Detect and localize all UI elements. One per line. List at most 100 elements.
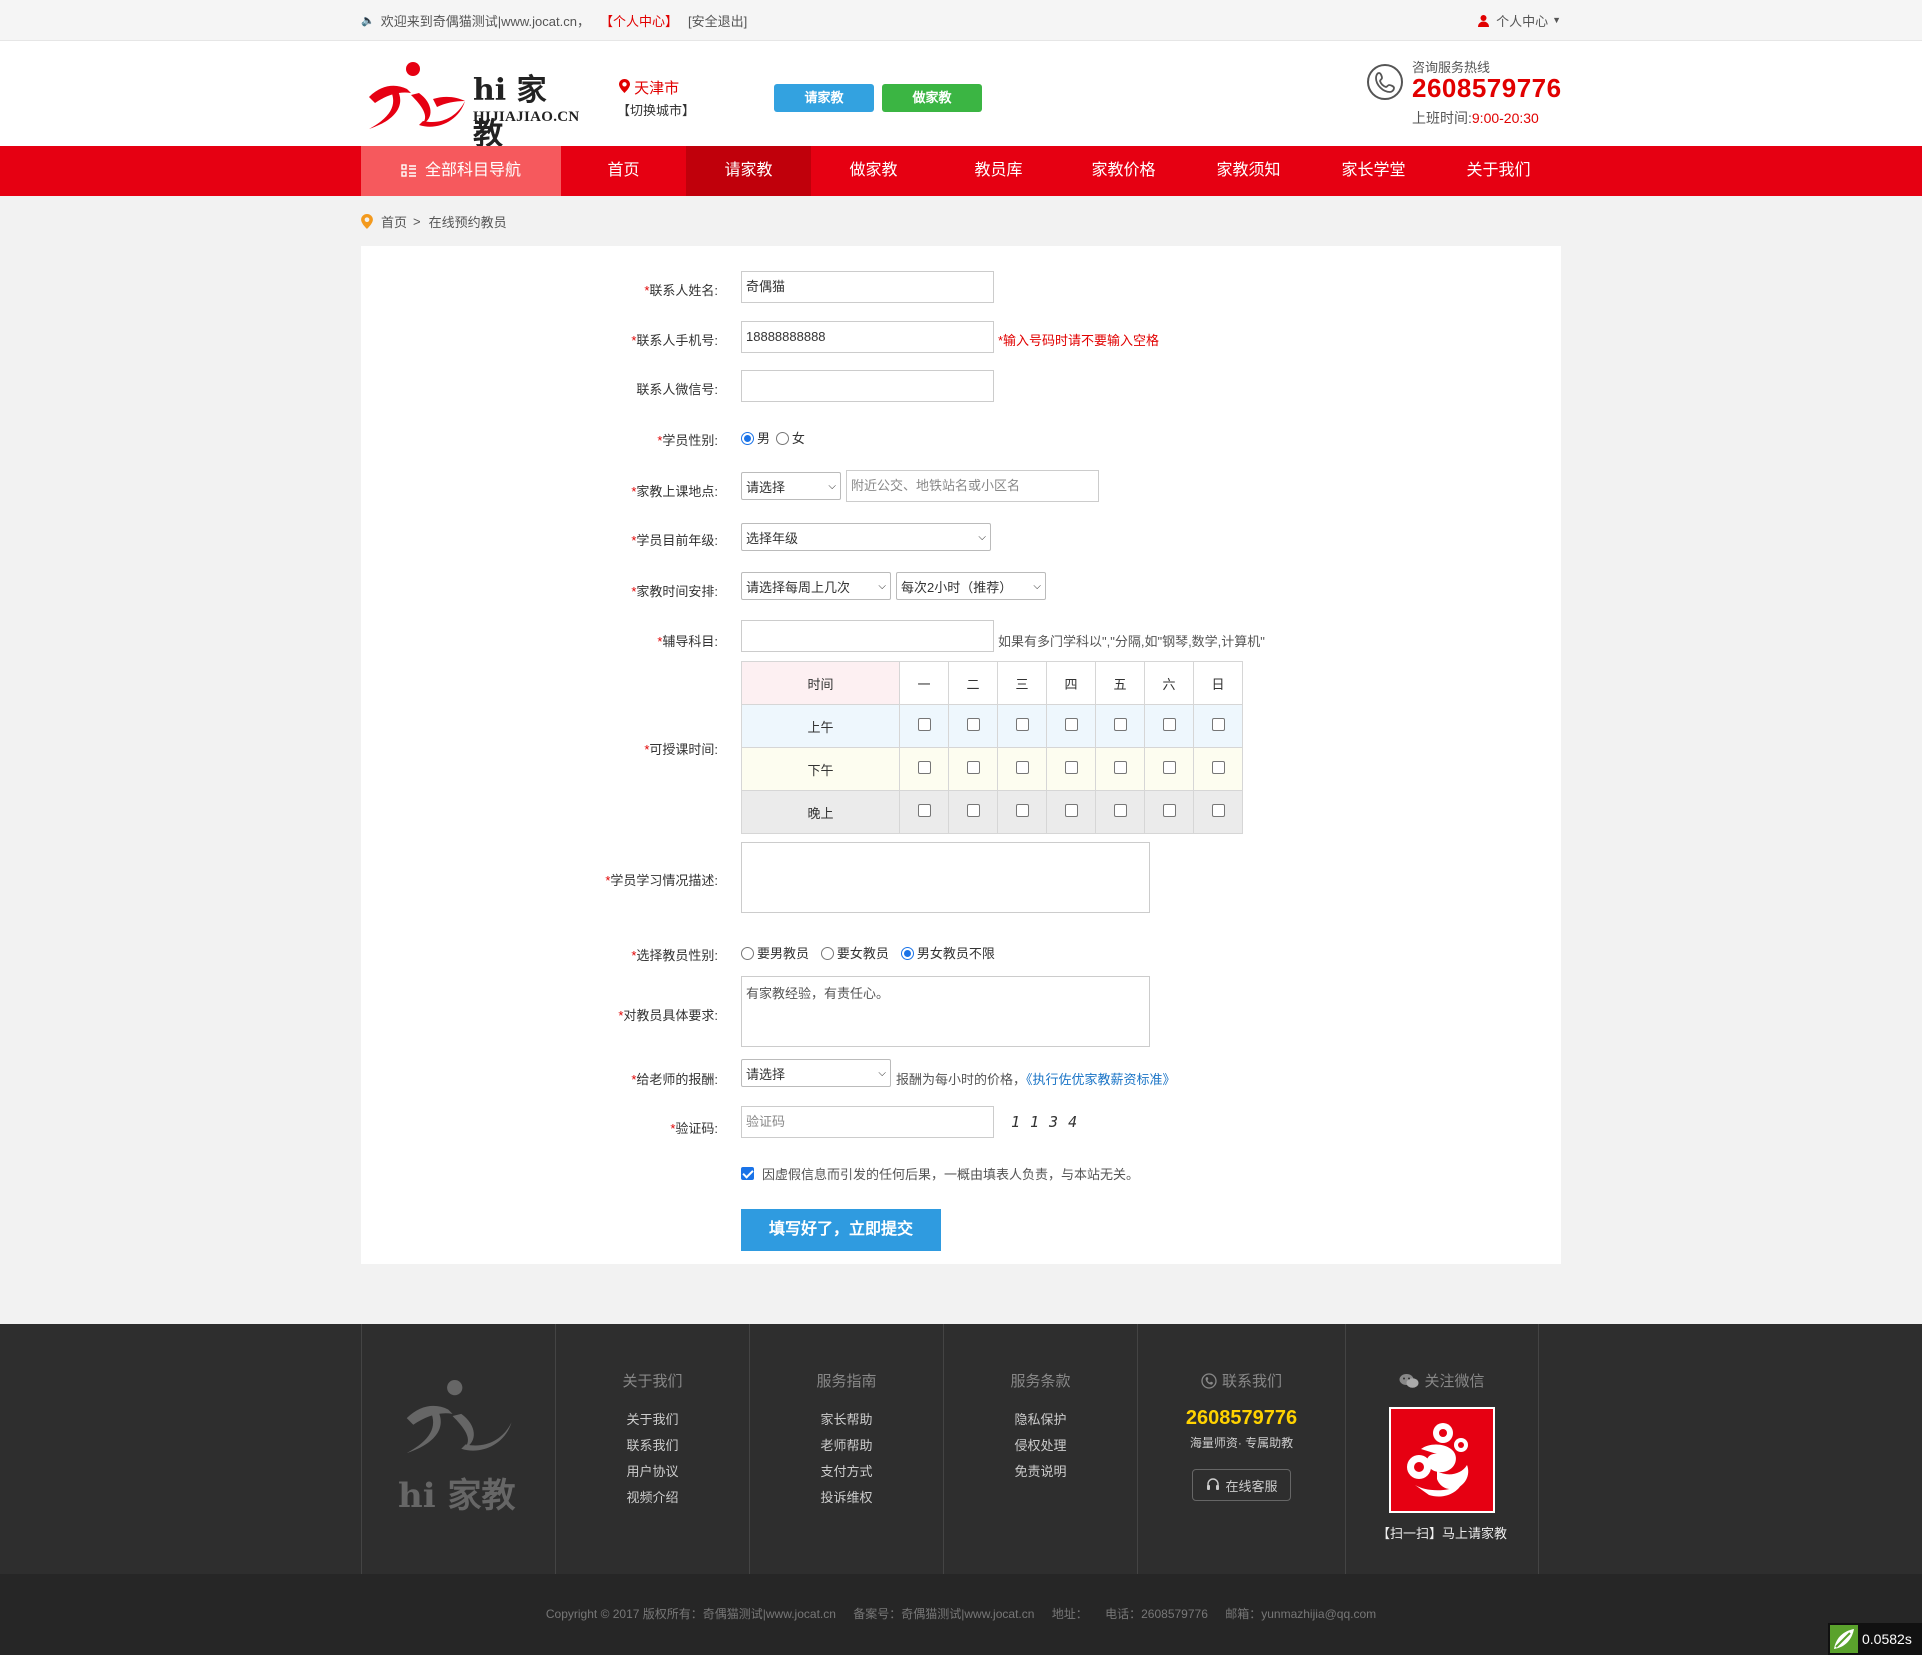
become-tutor-button[interactable]: 做家教	[882, 84, 982, 112]
city-selector[interactable]: 天津市 【切换城市】	[617, 77, 695, 119]
schedule-checkbox[interactable]	[1064, 718, 1078, 731]
tgender-radio-male[interactable]	[741, 947, 754, 960]
logout-link[interactable]: [安全退出]	[688, 11, 747, 30]
personal-center-link[interactable]: 【个人中心】	[600, 11, 678, 30]
footer-wechat: 关注微信 【扫一扫】马上请家教	[1345, 1324, 1539, 1574]
schedule-row-afternoon: 下午	[741, 747, 1243, 791]
agreement-checkbox[interactable]	[741, 1167, 754, 1180]
tgender-radio-female[interactable]	[820, 947, 834, 960]
site-logo[interactable]: hi 家教 HIJIAJIAO.CN	[361, 59, 579, 152]
top-bar: 🔈 欢迎来到奇偶猫测试|www.jocat.cn， 【个人中心】 [安全退出] …	[0, 0, 1922, 41]
hire-tutor-button[interactable]: 请家教	[774, 84, 874, 112]
copyright-text: Copyright © 2017 版权所有：奇偶猫测试|www.jocat.cn	[545, 1607, 836, 1621]
footer-link[interactable]: 视频介绍	[556, 1485, 749, 1511]
all-subjects-nav[interactable]: 全部科目导航	[361, 146, 561, 196]
nav-hire-tutor[interactable]: 请家教	[686, 146, 811, 196]
phone-icon	[1367, 64, 1403, 100]
tgender-radio-any[interactable]	[900, 947, 914, 960]
nav-about[interactable]: 关于我们	[1436, 146, 1561, 196]
debug-timer[interactable]: 0.0582s	[1828, 1623, 1922, 1655]
district-select[interactable]: 请选择 ⌵	[741, 472, 841, 500]
schedule-checkbox[interactable]	[1211, 718, 1225, 731]
online-service-button[interactable]: 在线客服	[1192, 1469, 1291, 1501]
nav-notice[interactable]: 家教须知	[1186, 146, 1311, 196]
schedule-checkbox[interactable]	[1211, 761, 1225, 774]
schedule-checkbox[interactable]	[966, 804, 980, 817]
footer-link[interactable]: 老师帮助	[750, 1433, 943, 1459]
schedule-checkbox[interactable]	[917, 761, 931, 774]
schedule-checkbox[interactable]	[1113, 761, 1127, 774]
logo-domain: HIJIAJIAO.CN	[473, 109, 580, 125]
captcha-input[interactable]: 验证码	[741, 1106, 994, 1138]
copyright-bar: Copyright © 2017 版权所有：奇偶猫测试|www.jocat.cn…	[0, 1574, 1922, 1655]
schedule-checkbox[interactable]	[1162, 761, 1176, 774]
salary-standard-link[interactable]: 《执行佐优家教薪资标准》	[1026, 1072, 1176, 1087]
nav-home[interactable]: 首页	[561, 146, 686, 196]
schedule-checkbox[interactable]	[1015, 718, 1029, 731]
footer-about: 关于我们 关于我们 联系我们 用户协议 视频介绍	[555, 1324, 749, 1574]
day-header: 三	[997, 661, 1047, 705]
nav-parent-school[interactable]: 家长学堂	[1311, 146, 1436, 196]
pay-select[interactable]: 请选择 ⌵	[741, 1059, 891, 1087]
footer-link[interactable]: 侵权处理	[944, 1433, 1137, 1459]
nav-tutor-library[interactable]: 教员库	[936, 146, 1061, 196]
gender-label: 学员性别:	[662, 433, 718, 448]
main-nav: 全部科目导航 首页 请家教 做家教 教员库 家教价格 家教须知 家长学堂 关于我…	[0, 146, 1922, 196]
day-header: 六	[1144, 661, 1194, 705]
subject-input[interactable]	[741, 620, 994, 652]
user-menu[interactable]: 个人中心 ▼	[1477, 0, 1561, 40]
breadcrumb-current: 在线预约教员	[428, 214, 507, 230]
tgender-label: 选择教员性别:	[636, 948, 718, 963]
time-label: 家教时间安排:	[636, 584, 718, 599]
captcha-image[interactable]: 1134	[1011, 1113, 1087, 1131]
switch-city-link[interactable]: 【切换城市】	[617, 100, 695, 119]
user-menu-label: 个人中心	[1496, 13, 1549, 29]
schedule-checkbox[interactable]	[1064, 804, 1078, 817]
schedule-checkbox[interactable]	[1162, 804, 1176, 817]
requirements-textarea[interactable]: 有家教经验，有责任心。	[741, 976, 1150, 1047]
schedule-checkbox[interactable]	[917, 804, 931, 817]
footer-link[interactable]: 支付方式	[750, 1459, 943, 1485]
schedule-checkbox[interactable]	[1211, 804, 1225, 817]
schedule-checkbox[interactable]	[917, 718, 931, 731]
footer-link[interactable]: 家长帮助	[750, 1407, 943, 1433]
schedule-checkbox[interactable]	[1113, 718, 1127, 731]
schedule-checkbox[interactable]	[1113, 804, 1127, 817]
schedule-checkbox[interactable]	[1015, 804, 1029, 817]
user-icon	[1478, 14, 1490, 27]
schedule-checkbox[interactable]	[966, 761, 980, 774]
name-input[interactable]: 奇偶猫	[741, 271, 994, 303]
grid-menu-icon	[401, 164, 416, 177]
nav-prices[interactable]: 家教价格	[1061, 146, 1186, 196]
footer-link[interactable]: 投诉维权	[750, 1485, 943, 1511]
day-header: 五	[1095, 661, 1145, 705]
schedule-checkbox[interactable]	[1015, 761, 1029, 774]
breadcrumb-home[interactable]: 首页	[381, 212, 407, 231]
description-textarea[interactable]	[741, 842, 1150, 913]
hours-per-session-select[interactable]: 每次2小时（推荐） ⌵	[896, 572, 1046, 600]
header: hi 家教 HIJIAJIAO.CN 天津市 【切换城市】 请家教 做家教 咨询…	[0, 41, 1922, 152]
footer-link[interactable]: 免责说明	[944, 1459, 1137, 1485]
schedule-row-morning: 上午	[741, 704, 1243, 748]
pay-label: 给老师的报酬:	[636, 1072, 718, 1087]
grade-select[interactable]: 选择年级 ⌵	[741, 523, 991, 551]
location-pin-icon	[361, 213, 373, 229]
schedule-checkbox[interactable]	[1162, 718, 1176, 731]
gender-radio-male[interactable]	[741, 432, 754, 445]
footer-link[interactable]: 关于我们	[556, 1407, 749, 1433]
footer-link[interactable]: 隐私保护	[944, 1407, 1137, 1433]
gender-radio-female[interactable]	[775, 432, 789, 445]
phone-input[interactable]: 18888888888	[741, 321, 994, 353]
footer-about-title: 关于我们	[622, 1373, 683, 1390]
schedule-checkbox[interactable]	[1064, 761, 1078, 774]
footer-logo: hi 家教	[361, 1324, 555, 1574]
location-detail-input[interactable]: 附近公交、地铁站名或小区名	[846, 470, 1099, 502]
nav-become-tutor[interactable]: 做家教	[811, 146, 936, 196]
schedule-checkbox[interactable]	[966, 718, 980, 731]
wechat-input[interactable]	[741, 370, 994, 402]
footer-link[interactable]: 联系我们	[556, 1433, 749, 1459]
pay-hint: 报酬为每小时的价格，	[896, 1072, 1027, 1087]
submit-button[interactable]: 填写好了，立即提交	[741, 1209, 941, 1251]
footer-link[interactable]: 用户协议	[556, 1459, 749, 1485]
times-per-week-select[interactable]: 请选择每周上几次 ⌵	[741, 572, 891, 600]
